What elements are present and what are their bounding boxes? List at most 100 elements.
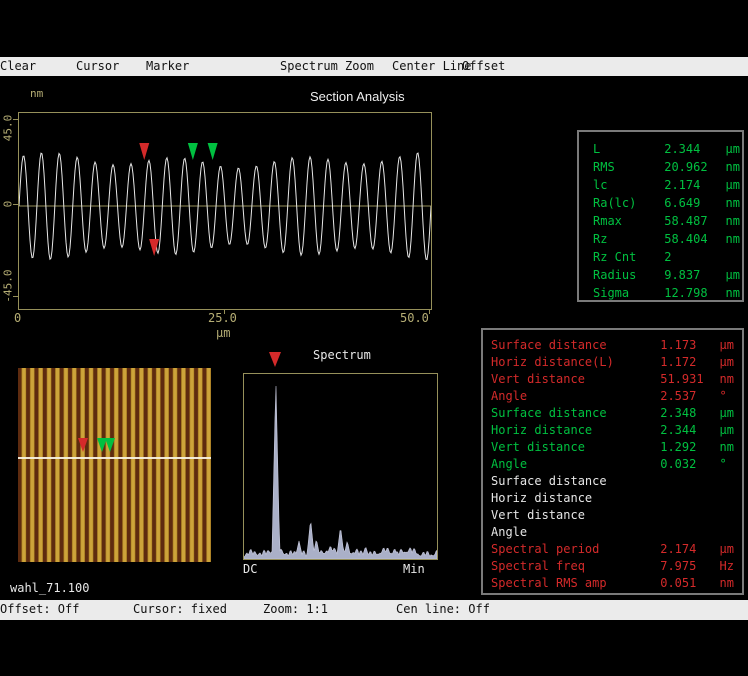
distance-label: Horiz distance: [491, 422, 653, 439]
roughness-results-panel: L 2.344 µm RMS 20.962 nm lc 2.174 µm Ra(…: [577, 130, 744, 302]
menu-item[interactable]: Spectrum Zoom: [280, 59, 374, 73]
distance-value: 2.344: [660, 422, 712, 439]
distance-label: Horiz distance(L): [491, 354, 653, 371]
distance-unit: °: [719, 457, 726, 471]
image-cursor-marker-red[interactable]: [78, 438, 88, 452]
distance-value: 0.051: [660, 575, 712, 592]
roughness-row: Ra(lc) 6.649 nm: [593, 194, 742, 212]
distance-label: Spectral freq: [491, 558, 653, 575]
roughness-label: L: [593, 140, 657, 158]
roughness-unit: µm: [725, 268, 739, 282]
distance-unit: nm: [719, 440, 733, 454]
roughness-value: 2.174: [664, 176, 718, 194]
distance-label: Spectral period: [491, 541, 653, 558]
distance-value: 1.173: [660, 337, 712, 354]
menu-item[interactable]: Offset: [462, 59, 505, 73]
distance-measurements-panel: Surface distance 1.173 µm Horiz distance…: [481, 328, 744, 595]
roughness-unit: nm: [725, 196, 739, 210]
distance-value: 2.348: [660, 405, 712, 422]
distance-label: Surface distance: [491, 337, 653, 354]
spectrum-trace: [244, 374, 437, 559]
y-axis-unit-label: nm: [30, 87, 43, 100]
afm-topography-image[interactable]: [18, 368, 211, 562]
distance-label: Vert distance: [491, 439, 653, 456]
distance-label: Angle: [491, 388, 653, 405]
distance-label: Angle: [491, 456, 653, 473]
spectrum-title: Spectrum: [313, 348, 371, 362]
distance-label: Horiz distance: [491, 490, 653, 507]
distance-row: Angle 0.032 °: [491, 456, 742, 473]
roughness-row: L 2.344 µm: [593, 140, 742, 158]
roughness-row: Rmax 58.487 nm: [593, 212, 742, 230]
roughness-unit: nm: [725, 214, 739, 228]
section-cursor-marker-green[interactable]: [208, 143, 218, 160]
distance-row: Surface distance 2.348 µm: [491, 405, 742, 422]
status-bar: Cursor: fixed Zoom: 1:1 Cen line: Off Of…: [0, 600, 748, 620]
roughness-value: 58.404: [664, 230, 718, 248]
x-tick-label-50: 50.0: [400, 311, 429, 325]
roughness-label: lc: [593, 176, 657, 194]
roughness-label: Sigma: [593, 284, 657, 302]
roughness-unit: nm: [725, 286, 739, 300]
image-filename: wahl_71.100: [10, 581, 89, 595]
roughness-value: 12.798: [664, 284, 718, 302]
roughness-label: Ra(lc): [593, 194, 657, 212]
roughness-label: Rz Cnt: [593, 248, 657, 266]
distance-unit: °: [719, 389, 726, 403]
roughness-unit: µm: [725, 178, 739, 192]
menu-item[interactable]: Clear: [0, 59, 36, 73]
roughness-row: Radius 9.837 µm: [593, 266, 742, 284]
roughness-unit: nm: [725, 232, 739, 246]
roughness-label: RMS: [593, 158, 657, 176]
distance-row: Spectral RMS amp 0.051 nm: [491, 575, 742, 592]
distance-row: Angle: [491, 524, 742, 541]
menu-item[interactable]: Cursor: [76, 59, 119, 73]
roughness-label: Radius: [593, 266, 657, 284]
x-tick-label-25: 25.0: [208, 311, 237, 325]
distance-row: Vert distance: [491, 507, 742, 524]
section-profile-chart[interactable]: [18, 112, 432, 310]
distance-value: 0.032: [660, 456, 712, 473]
distance-unit: µm: [719, 355, 733, 369]
menu-item[interactable]: Marker: [146, 59, 189, 73]
roughness-unit: nm: [725, 160, 739, 174]
image-cursor-marker-green[interactable]: [105, 438, 115, 452]
distance-unit: Hz: [719, 559, 733, 573]
distance-row: Spectral freq 7.975 Hz: [491, 558, 742, 575]
spectrum-chart[interactable]: [243, 373, 438, 560]
distance-unit: µm: [719, 542, 733, 556]
status-field[interactable]: Zoom: 1:1: [263, 602, 328, 616]
spectrum-axis-min-label: Min: [403, 562, 425, 576]
distance-value: 1.172: [660, 354, 712, 371]
section-line[interactable]: [18, 457, 211, 459]
roughness-value: 20.962: [664, 158, 718, 176]
distance-value: 2.537: [660, 388, 712, 405]
roughness-value: 58.487: [664, 212, 718, 230]
distance-row: Angle 2.537 °: [491, 388, 742, 405]
distance-row: Horiz distance: [491, 490, 742, 507]
roughness-row: Sigma 12.798 nm: [593, 284, 742, 302]
distance-value: 1.292: [660, 439, 712, 456]
distance-unit: µm: [719, 423, 733, 437]
distance-row: Vert distance 1.292 nm: [491, 439, 742, 456]
x-tick-mark: [429, 309, 430, 314]
status-field[interactable]: Cen line: Off: [396, 602, 490, 616]
roughness-value: 2.344: [664, 140, 718, 158]
menu-item[interactable]: Center Line: [392, 59, 471, 73]
y-tick-mark: [13, 204, 18, 205]
status-field[interactable]: Cursor: fixed: [133, 602, 227, 616]
status-field[interactable]: Offset: Off: [0, 602, 79, 616]
section-cursor-marker-red[interactable]: [139, 143, 149, 160]
spectrum-cursor-marker[interactable]: [269, 352, 281, 367]
profile-waveform: [19, 113, 431, 309]
section-cursor-marker-green[interactable]: [188, 143, 198, 160]
distance-unit: nm: [719, 576, 733, 590]
roughness-value: 9.837: [664, 266, 718, 284]
distance-row: Spectral period 2.174 µm: [491, 541, 742, 558]
distance-unit: µm: [719, 406, 733, 420]
y-tick-mark: [13, 119, 18, 120]
distance-label: Surface distance: [491, 473, 653, 490]
roughness-value: 6.649: [664, 194, 718, 212]
roughness-row: Rz 58.404 nm: [593, 230, 742, 248]
distance-value: 51.931: [660, 371, 712, 388]
